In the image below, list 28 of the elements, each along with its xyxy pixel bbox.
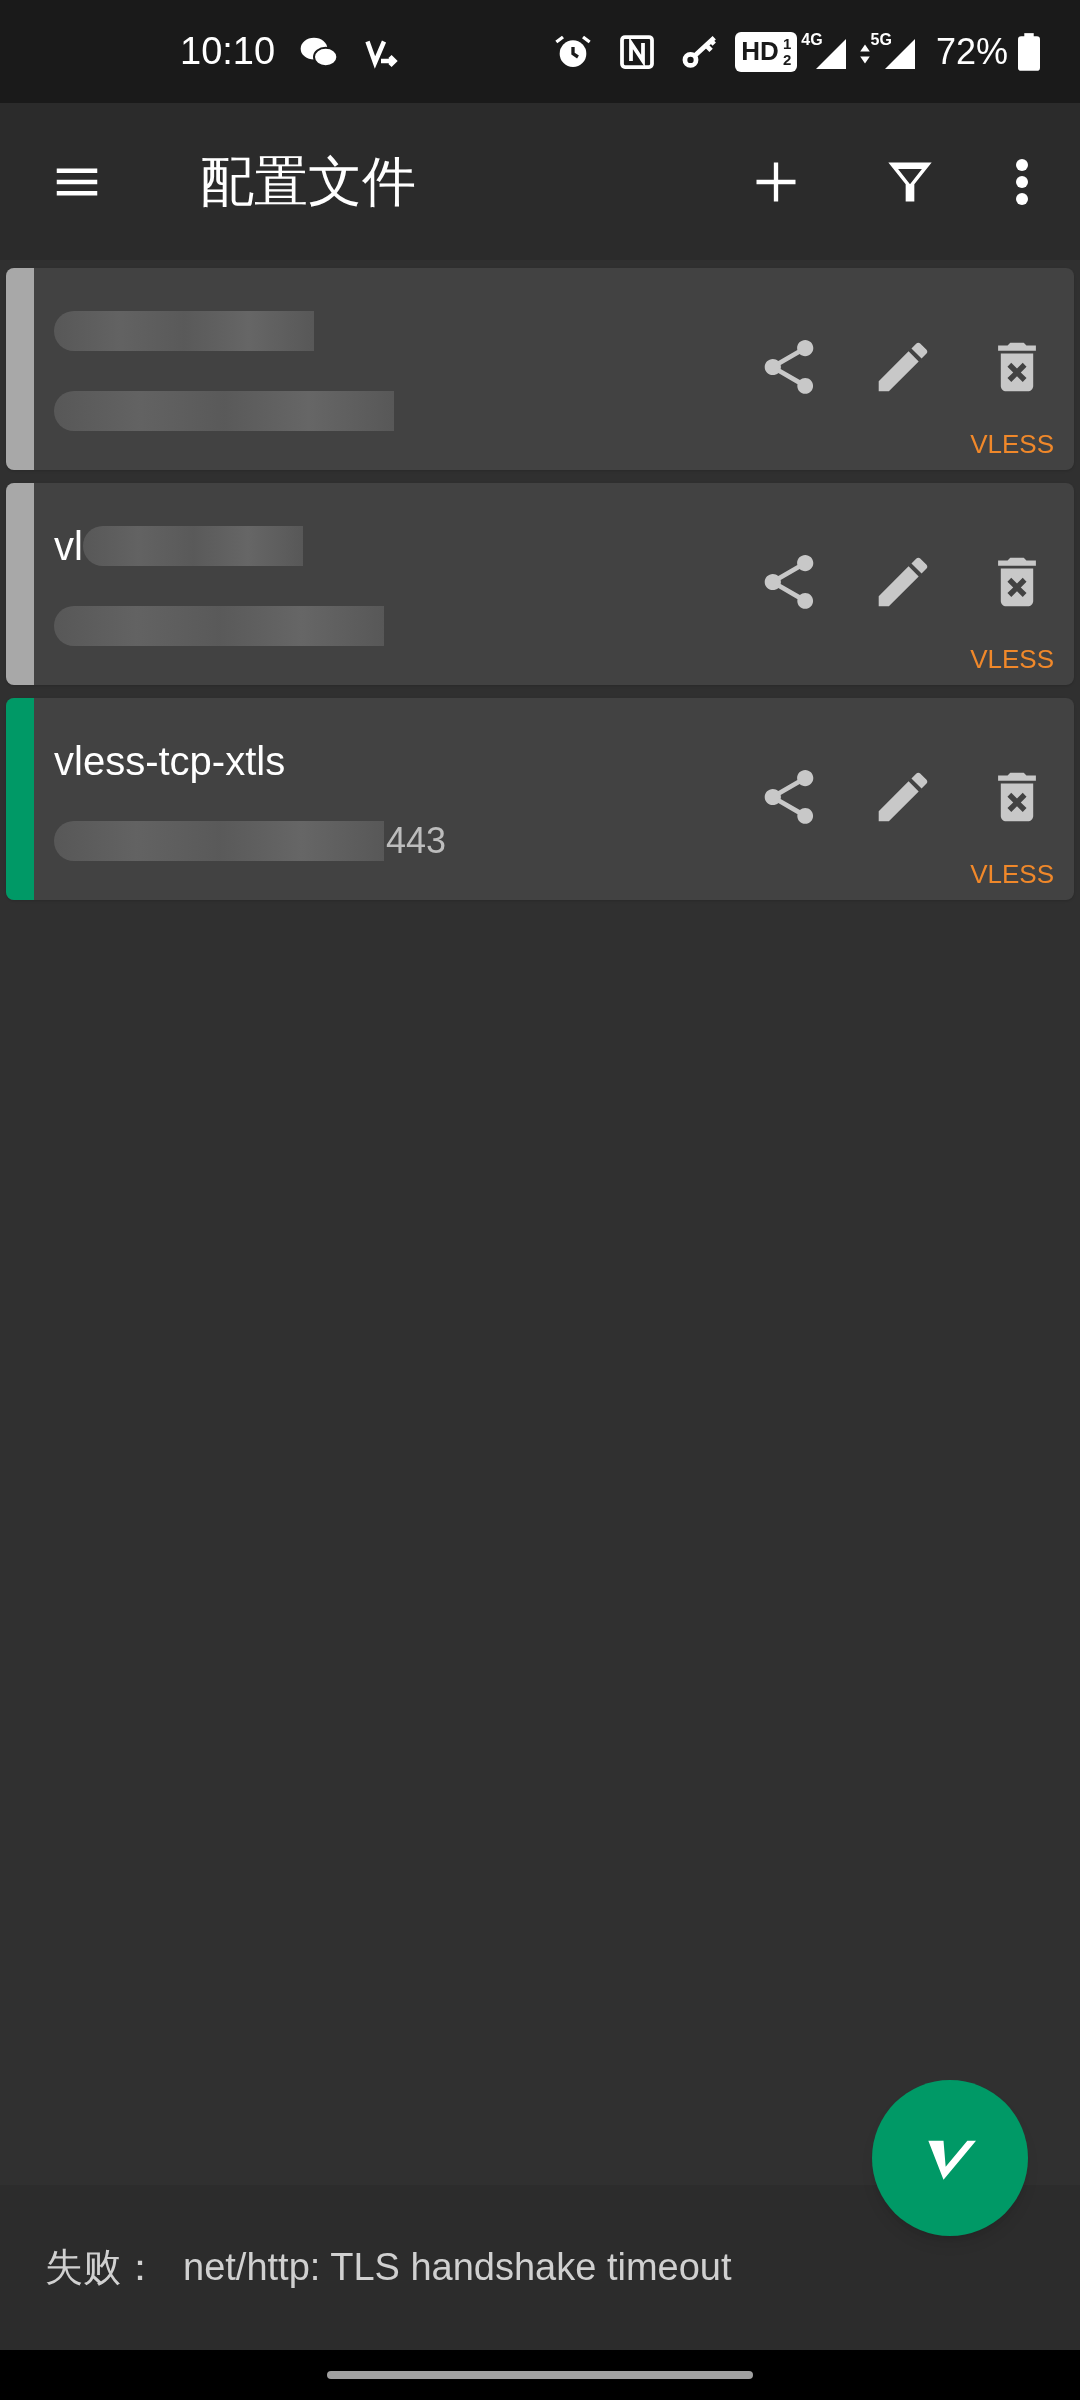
battery-percent: 72%	[935, 29, 1008, 74]
more-icon[interactable]	[1014, 156, 1030, 207]
sim-number: 1	[782, 35, 792, 52]
profile-card[interactable]: vless-tcp-xtls 443 VLESS	[6, 698, 1074, 900]
network-type: 4G	[801, 31, 823, 48]
network-type: 5G	[870, 31, 892, 48]
clock: 10:10	[180, 29, 276, 74]
share-icon[interactable]	[762, 555, 816, 609]
share-icon[interactable]	[762, 770, 816, 824]
hd-label: HD	[741, 35, 779, 68]
profile-card[interactable]: VLESS	[6, 268, 1074, 470]
protocol-label: VLESS	[970, 858, 1054, 891]
profile-card[interactable]: vl VLESS	[6, 483, 1074, 685]
edit-icon[interactable]	[876, 340, 930, 394]
server-address: 443	[386, 819, 447, 863]
toolbar-title: 配置文件	[200, 150, 417, 213]
protocol-label: VLESS	[970, 643, 1054, 676]
profile-name: vless-tcp-xtls	[54, 738, 286, 785]
nfc-icon	[619, 33, 656, 70]
protocol-label: VLESS	[970, 428, 1054, 461]
share-icon[interactable]	[762, 340, 816, 394]
profile-name: vl	[54, 523, 83, 570]
status-label: 失败：	[45, 2245, 159, 2290]
edit-icon[interactable]	[876, 770, 930, 824]
edit-icon[interactable]	[876, 555, 930, 609]
status-message: net/http: TLS handshake timeout	[183, 2245, 732, 2290]
sim-number: 2	[782, 51, 792, 68]
battery-icon	[1018, 32, 1040, 71]
